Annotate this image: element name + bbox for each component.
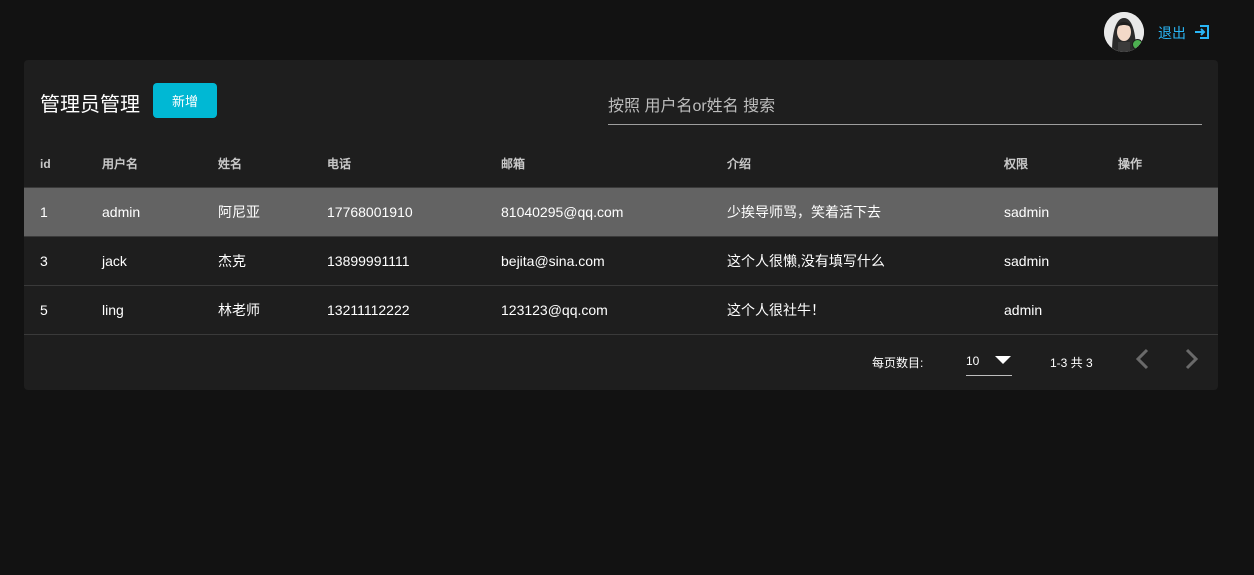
search-input[interactable] bbox=[608, 94, 1202, 120]
cell-role: sadmin bbox=[1004, 236, 1118, 286]
chevron-left-icon bbox=[1135, 348, 1149, 375]
rows-per-page-label: 每页数目: bbox=[872, 356, 924, 370]
cell-email: bejita@sina.com bbox=[501, 236, 727, 286]
admin-table: id 用户名 姓名 电话 邮箱 介绍 权限 操作 1 admin 阿尼亚 177… bbox=[24, 140, 1218, 335]
caret-down-icon bbox=[994, 354, 1012, 368]
cell-id: 5 bbox=[24, 285, 102, 335]
cell-actions bbox=[1118, 187, 1218, 237]
column-header-actions: 操作 bbox=[1118, 140, 1218, 188]
cell-intro: 这个人很社牛！ bbox=[727, 285, 1004, 335]
table-row[interactable]: 3 jack 杰克 13899991111 bejita@sina.com 这个… bbox=[24, 236, 1218, 286]
cell-intro: 这个人很懒,没有填写什么 bbox=[727, 236, 1004, 286]
pagination-footer: 每页数目: 10 1-3 共 3 bbox=[24, 333, 1218, 390]
logout-button[interactable]: 退出 bbox=[1158, 22, 1210, 44]
online-status-dot bbox=[1132, 39, 1143, 50]
page-title: 管理员管理 bbox=[40, 94, 140, 116]
column-header-id[interactable]: id bbox=[24, 140, 102, 188]
cell-phone: 17768001910 bbox=[327, 187, 501, 237]
cell-username: ling bbox=[102, 285, 218, 335]
admin-management-card: 管理员管理 新增 id 用户名 姓名 电话 邮箱 介绍 权限 操作 1 admi… bbox=[24, 60, 1218, 390]
column-header-email[interactable]: 邮箱 bbox=[501, 140, 727, 188]
cell-email: 123123@qq.com bbox=[501, 285, 727, 335]
next-page-button[interactable] bbox=[1178, 347, 1206, 375]
cell-actions bbox=[1118, 285, 1218, 335]
rows-per-page-select[interactable]: 10 bbox=[966, 347, 1012, 376]
table-row[interactable]: 5 ling 林老师 13211112222 123123@qq.com 这个人… bbox=[24, 285, 1218, 335]
cell-phone: 13211112222 bbox=[327, 285, 501, 335]
cell-role: admin bbox=[1004, 285, 1118, 335]
logout-icon bbox=[1194, 24, 1210, 43]
logout-label: 退出 bbox=[1158, 25, 1186, 41]
chevron-right-icon bbox=[1185, 348, 1199, 375]
cell-id: 1 bbox=[24, 187, 102, 237]
column-header-intro[interactable]: 介绍 bbox=[727, 140, 1004, 188]
cell-intro: 少挨导师骂，笑着活下去 bbox=[727, 187, 1004, 237]
add-button[interactable]: 新增 bbox=[153, 83, 217, 118]
cell-name: 阿尼亚 bbox=[218, 187, 327, 237]
cell-phone: 13899991111 bbox=[327, 236, 501, 286]
column-header-username[interactable]: 用户名 bbox=[102, 140, 218, 188]
search-field bbox=[608, 94, 1202, 125]
cell-id: 3 bbox=[24, 236, 102, 286]
table-row[interactable]: 1 admin 阿尼亚 17768001910 81040295@qq.com … bbox=[24, 187, 1218, 237]
avatar[interactable] bbox=[1104, 12, 1144, 52]
cell-email: 81040295@qq.com bbox=[501, 187, 727, 237]
prev-page-button[interactable] bbox=[1128, 347, 1156, 375]
column-header-name[interactable]: 姓名 bbox=[218, 140, 327, 188]
cell-name: 林老师 bbox=[218, 285, 327, 335]
column-header-role[interactable]: 权限 bbox=[1004, 140, 1118, 188]
table-header-row: id 用户名 姓名 电话 邮箱 介绍 权限 操作 bbox=[24, 140, 1218, 188]
cell-role: sadmin bbox=[1004, 187, 1118, 237]
rows-per-page-value: 10 bbox=[966, 354, 980, 368]
column-header-phone[interactable]: 电话 bbox=[327, 140, 501, 188]
page-range-text: 1-3 共 3 bbox=[1050, 356, 1093, 370]
top-bar: 退出 bbox=[0, 0, 1254, 60]
cell-actions bbox=[1118, 236, 1218, 286]
cell-username: admin bbox=[102, 187, 218, 237]
cell-username: jack bbox=[102, 236, 218, 286]
cell-name: 杰克 bbox=[218, 236, 327, 286]
